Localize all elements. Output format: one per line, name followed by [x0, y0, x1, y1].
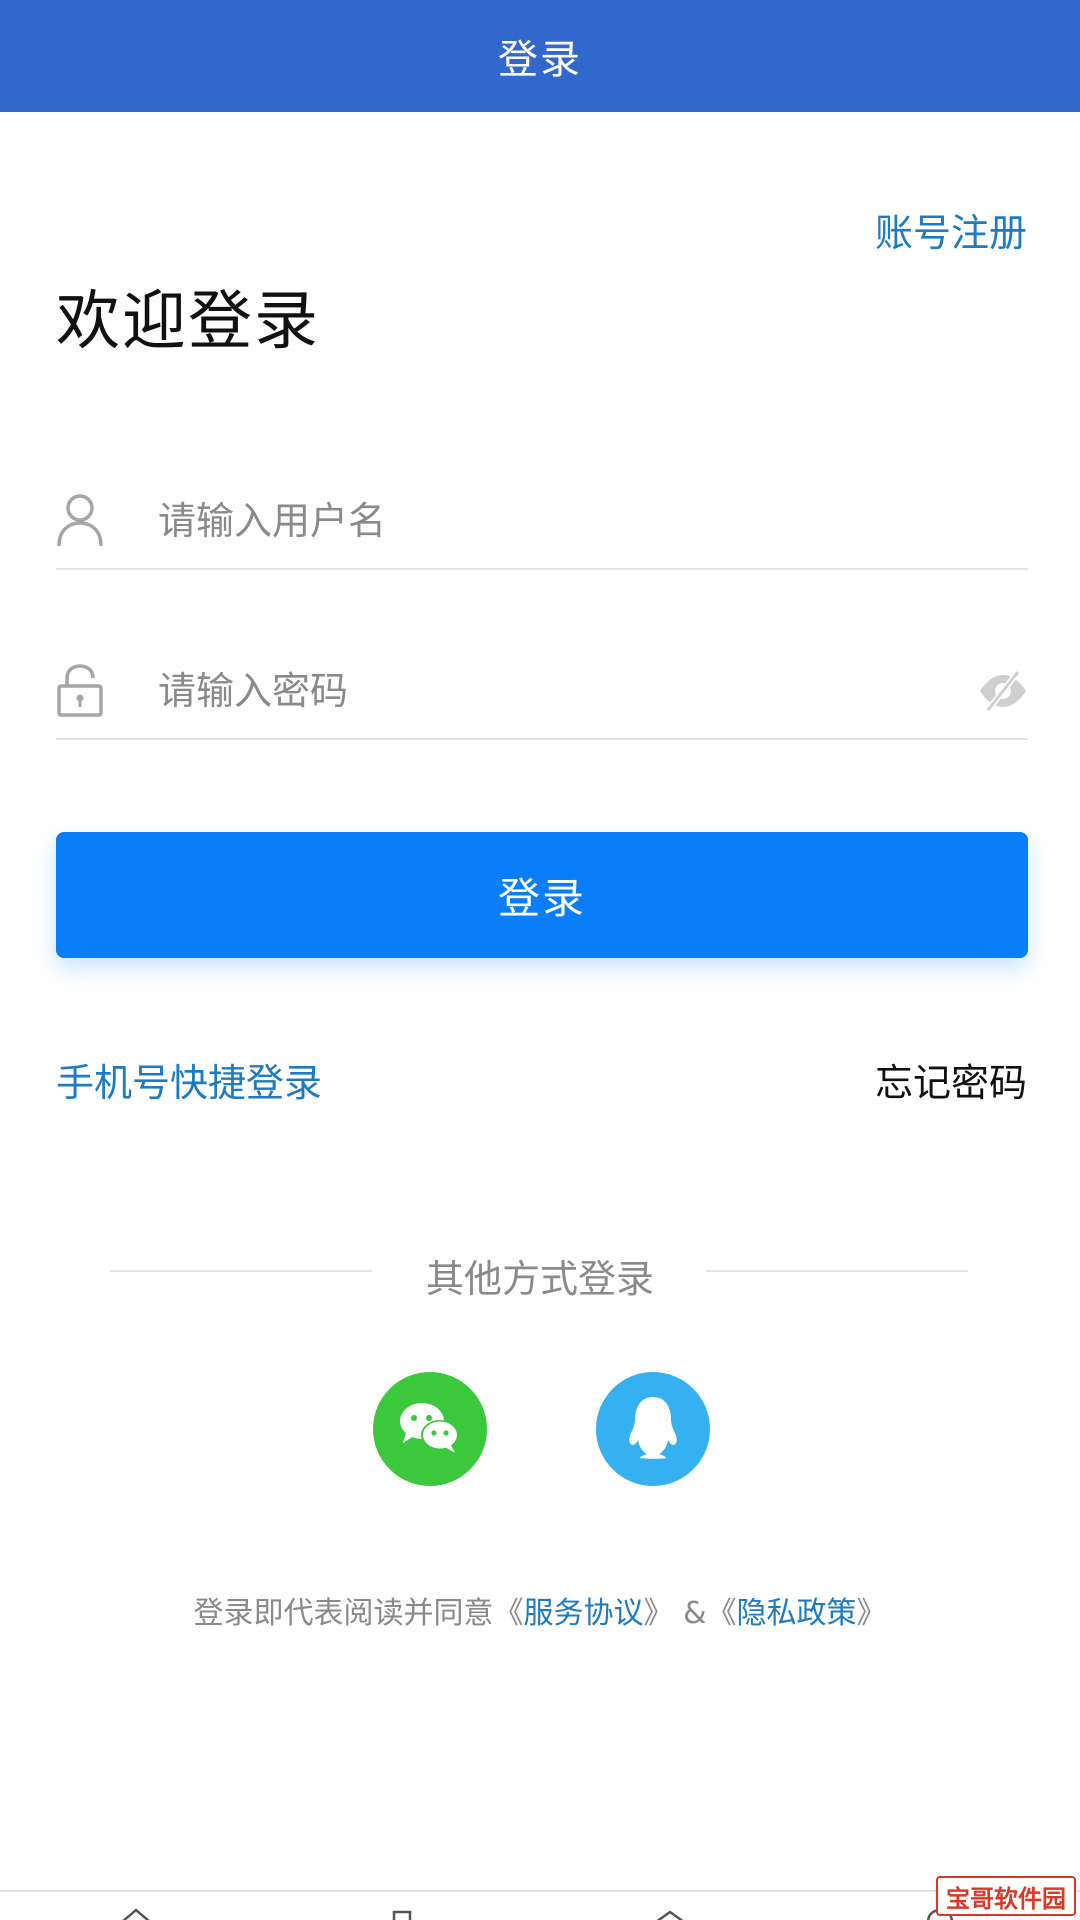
- service-open-bracket: 《: [493, 1596, 524, 1631]
- eye-off-icon[interactable]: [978, 666, 1028, 716]
- shop-tab-icon[interactable]: [650, 1906, 690, 1920]
- bottom-tab-bar: [0, 1890, 1080, 1920]
- page-title: 登录: [498, 37, 582, 83]
- user-icon: [56, 492, 104, 548]
- agreement-joiner: &: [673, 1596, 707, 1631]
- agreement-prefix: 登录即代表阅读并同意: [193, 1596, 494, 1631]
- phone-quick-login-link[interactable]: 手机号快捷登录: [56, 1052, 322, 1107]
- login-button[interactable]: 登录: [56, 832, 1028, 958]
- wechat-icon: [398, 1399, 462, 1459]
- qq-login-button[interactable]: [596, 1372, 710, 1486]
- service-agreement-link[interactable]: 服务协议: [524, 1596, 644, 1631]
- username-row: [56, 478, 1028, 570]
- agreement-text: 登录即代表阅读并同意《服务协议》 &《隐私政策》: [0, 1588, 1080, 1632]
- forgot-password-link[interactable]: 忘记密码: [875, 1052, 1027, 1107]
- privacy-close-bracket: 》: [856, 1596, 887, 1631]
- service-close-bracket: 》: [643, 1596, 674, 1631]
- divider-right: [706, 1270, 968, 1272]
- lock-icon: [56, 662, 104, 718]
- welcome-heading: 欢迎登录: [56, 285, 320, 359]
- username-input[interactable]: [156, 488, 920, 554]
- wechat-login-button[interactable]: [373, 1372, 487, 1486]
- home-tab-icon[interactable]: [116, 1906, 156, 1920]
- briefcase-tab-icon[interactable]: [382, 1906, 422, 1920]
- login-page: 登录 账号注册 欢迎登录 请输入用户名 登录 手机号快捷登录 忘记密码 其他方式…: [0, 0, 1080, 1920]
- watermark-logo: 宝哥软件园: [936, 1876, 1076, 1916]
- register-link[interactable]: 账号注册: [875, 202, 1027, 257]
- qq-icon: [625, 1395, 681, 1463]
- password-row: [56, 648, 1028, 740]
- privacy-policy-link[interactable]: 隐私政策: [736, 1596, 856, 1631]
- other-login-label: 其他方式登录: [425, 1257, 654, 1301]
- top-bar: 登录: [0, 0, 1080, 112]
- password-input[interactable]: [156, 658, 920, 724]
- privacy-open-bracket: 《: [706, 1596, 737, 1631]
